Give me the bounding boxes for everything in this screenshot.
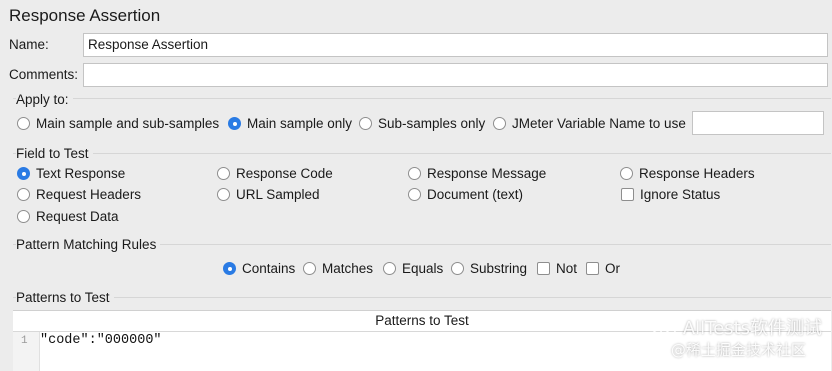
rule-contains-label: Contains — [242, 261, 296, 276]
panel-title: Response Assertion — [9, 6, 161, 25]
ignore-status-checkbox[interactable]: Ignore Status — [621, 187, 720, 202]
rule-or-label: Or — [605, 261, 620, 276]
name-field[interactable]: Response Assertion — [83, 33, 828, 57]
radio-button-icon[interactable] — [17, 210, 30, 223]
field-request-headers-radio[interactable]: Request Headers — [17, 187, 141, 202]
rule-substring-label: Substring — [470, 261, 528, 276]
apply-to-divider — [13, 98, 831, 99]
apply-main-only-label: Main sample only — [247, 116, 353, 131]
radio-button-icon[interactable] — [493, 117, 506, 130]
radio-button-icon[interactable] — [217, 188, 230, 201]
radio-button-selected-icon[interactable] — [17, 167, 30, 180]
line-number: 1 — [21, 335, 28, 347]
field-document-text-label: Document (text) — [427, 187, 524, 202]
checkbox-icon[interactable] — [537, 262, 550, 275]
radio-button-icon[interactable] — [408, 188, 421, 201]
field-text-response-label: Text Response — [36, 166, 126, 181]
field-to-test-label: Field to Test — [16, 146, 93, 161]
apply-jmeter-variable-label: JMeter Variable Name to use — [512, 116, 686, 131]
field-request-data-label: Request Data — [36, 209, 119, 224]
rule-substring-radio[interactable]: Substring — [451, 261, 527, 276]
field-request-headers-label: Request Headers — [36, 187, 142, 202]
field-url-sampled-radio[interactable]: URL Sampled — [217, 187, 320, 202]
apply-main-and-sub-label: Main sample and sub-samples — [36, 116, 220, 131]
apply-sub-only-radio[interactable]: Sub-samples only — [359, 116, 485, 131]
radio-button-selected-icon[interactable] — [223, 262, 236, 275]
checkbox-icon[interactable] — [586, 262, 599, 275]
radio-button-icon[interactable] — [217, 167, 230, 180]
rule-equals-label: Equals — [402, 261, 444, 276]
jmeter-variable-input[interactable] — [692, 111, 824, 135]
patterns-label: Patterns to Test — [16, 290, 114, 305]
comments-field[interactable] — [83, 63, 828, 87]
watermark-text: AllTests软件测试 — [682, 318, 822, 339]
field-response-headers-radio[interactable]: Response Headers — [620, 166, 755, 181]
pattern-row-text[interactable]: "code":"000000" — [40, 332, 162, 350]
rule-matches-radio[interactable]: Matches — [303, 261, 373, 276]
rule-equals-radio[interactable]: Equals — [383, 261, 443, 276]
radio-button-icon[interactable] — [408, 167, 421, 180]
watermark-subtext: @稀土掘金技术社区 — [670, 341, 806, 359]
field-response-headers-label: Response Headers — [639, 166, 755, 181]
wechat-logo-icon — [651, 319, 676, 339]
field-document-text-radio[interactable]: Document (text) — [408, 187, 523, 202]
rule-not-label: Not — [556, 261, 578, 276]
radio-button-selected-icon[interactable] — [228, 117, 241, 130]
field-response-message-label: Response Message — [427, 166, 547, 181]
apply-sub-only-label: Sub-samples only — [378, 116, 486, 131]
field-url-sampled-label: URL Sampled — [236, 187, 320, 202]
field-to-test-divider — [13, 153, 831, 154]
field-response-message-radio[interactable]: Response Message — [408, 166, 546, 181]
radio-button-icon[interactable] — [17, 117, 30, 130]
radio-button-icon[interactable] — [359, 117, 372, 130]
field-text-response-radio[interactable]: Text Response — [17, 166, 125, 181]
pattern-matching-label: Pattern Matching Rules — [16, 237, 161, 252]
name-label: Name: — [9, 37, 49, 52]
patterns-divider — [13, 297, 831, 298]
apply-to-label: Apply to: — [16, 92, 73, 107]
ignore-status-label: Ignore Status — [640, 187, 721, 202]
checkbox-icon[interactable] — [621, 188, 634, 201]
field-response-code-radio[interactable]: Response Code — [217, 166, 333, 181]
watermark: AllTests软件测试 @稀土掘金技术社区 — [651, 318, 822, 360]
radio-button-icon[interactable] — [303, 262, 316, 275]
radio-button-icon[interactable] — [620, 167, 633, 180]
comments-label: Comments: — [9, 67, 79, 82]
rule-contains-radio[interactable]: Contains — [223, 261, 295, 276]
radio-button-icon[interactable] — [17, 188, 30, 201]
apply-jmeter-variable-radio[interactable]: JMeter Variable Name to use — [493, 116, 686, 131]
field-request-data-radio[interactable]: Request Data — [17, 209, 119, 224]
rule-or-checkbox[interactable]: Or — [586, 261, 620, 276]
apply-main-and-sub-radio[interactable]: Main sample and sub-samples — [17, 116, 219, 131]
rule-not-checkbox[interactable]: Not — [537, 261, 577, 276]
radio-button-icon[interactable] — [451, 262, 464, 275]
apply-main-only-radio[interactable]: Main sample only — [228, 116, 352, 131]
rule-matches-label: Matches — [322, 261, 374, 276]
radio-button-icon[interactable] — [383, 262, 396, 275]
field-response-code-label: Response Code — [236, 166, 333, 181]
